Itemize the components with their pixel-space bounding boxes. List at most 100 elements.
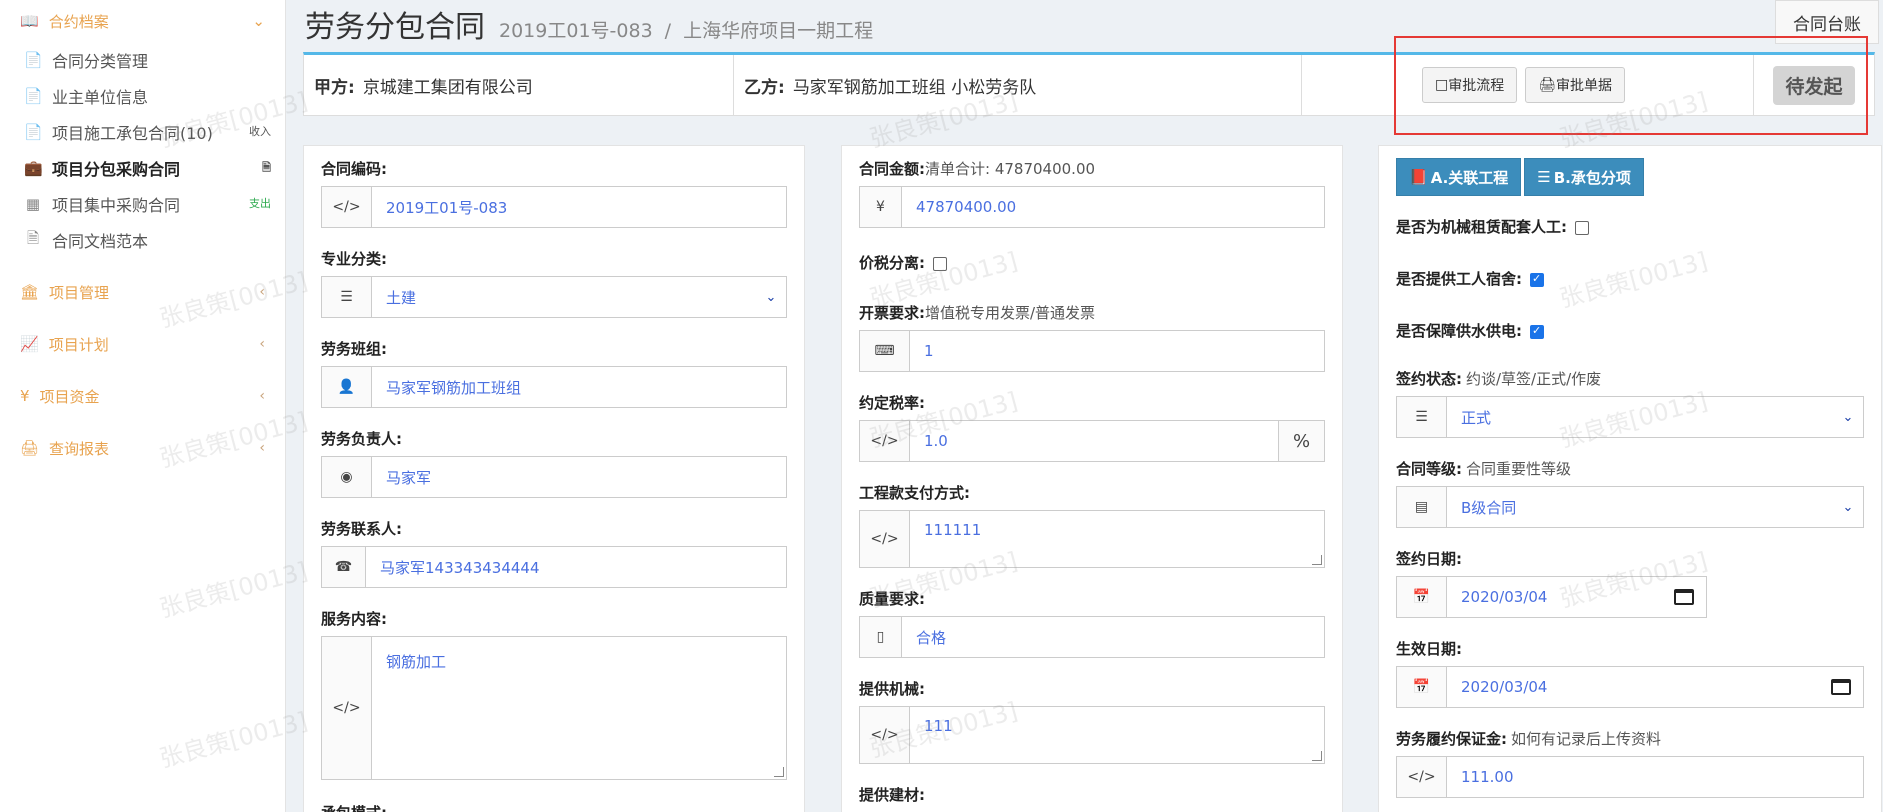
leader-label: 劳务负责人: xyxy=(321,430,402,448)
sign-status-select[interactable]: ☰ 正式 ⌄ xyxy=(1396,396,1864,438)
machine-labor-checkbox[interactable] xyxy=(1575,220,1589,235)
category-label: 专业分类: xyxy=(321,250,387,268)
resize-handle[interactable] xyxy=(1312,555,1322,565)
document-icon: 📄 xyxy=(24,51,43,69)
chevron-down-icon: ⌄ xyxy=(765,289,777,305)
effective-date-field[interactable]: 📅 2020/03/04 xyxy=(1396,666,1864,708)
sidebar-item-contract-category[interactable]: 📄 合同分类管理 xyxy=(0,42,285,78)
sub-items-button[interactable]: ☰ B.承包分项 xyxy=(1524,158,1644,196)
contract-code-field[interactable]: </> 2019工01号-083 xyxy=(321,186,787,228)
payment-textarea[interactable]: </> 111111 xyxy=(859,510,1325,568)
deposit-field[interactable]: </> 111.00 xyxy=(1396,756,1864,798)
sign-status-label: 签约状态: xyxy=(1396,370,1462,388)
sidebar-item-subcontract[interactable]: 💼 项目分包采购合同 🗎 xyxy=(0,150,285,186)
yen-icon: ¥ xyxy=(860,187,902,227)
sidebar-header-label: 合约档案 xyxy=(48,12,109,31)
calendar-check-icon: 📅 xyxy=(1397,577,1447,617)
dorm-checkbox[interactable] xyxy=(1530,272,1544,287)
sidebar-item-construction-contract[interactable]: 📄 项目施工承包合同(10) 收入 xyxy=(0,114,285,150)
sidebar-group-funds[interactable]: ¥ 项目资金 ‹ xyxy=(0,370,285,422)
machinery-textarea[interactable]: </> 111 xyxy=(859,706,1325,764)
sidebar-item-label: 业主单位信息 xyxy=(52,88,149,107)
party-a: 甲方: 京城建工集团有限公司 xyxy=(304,55,734,115)
deposit-hint: 如何有记录后上传资料 xyxy=(1511,730,1662,748)
party-b-label: 乙方: xyxy=(744,77,785,98)
quality-field[interactable]: ▯ 合格 xyxy=(859,616,1325,658)
sidebar-group-plan[interactable]: 📈 项目计划 ‹ xyxy=(0,318,285,370)
material-label: 提供建材: xyxy=(859,786,925,804)
leader-group: 劳务负责人: ◉ 马家军 xyxy=(321,428,787,498)
payment-value: 111111 xyxy=(924,521,982,539)
percent-addon: % xyxy=(1278,421,1324,461)
sidebar-group-label: 查询报表 xyxy=(49,439,110,458)
grade-value: B级合同 xyxy=(1461,498,1517,517)
sign-date-label: 签约日期: xyxy=(1396,550,1462,568)
contract-code-value: 2019工01号-083 xyxy=(386,198,508,217)
sidebar-item-doc-template[interactable]: 🗎 合同文档范本 xyxy=(0,222,285,258)
effective-date-group: 生效日期: 📅 2020/03/04 xyxy=(1396,638,1864,708)
action-buttons: 📕 A.关联工程 ☰ B.承包分项 xyxy=(1396,158,1864,196)
calendar-check-icon: 📅 xyxy=(1397,667,1447,707)
document-small-icon: 🗎 xyxy=(262,161,271,174)
category-select[interactable]: ☰ 土建 ⌄ xyxy=(321,276,787,318)
machine-labor-group: 是否为机械租赁配套人工: xyxy=(1396,216,1864,238)
sidebar-item-label: 合同文档范本 xyxy=(52,232,149,251)
link-project-label: A.关联工程 xyxy=(1430,168,1509,187)
service-textarea[interactable]: </> 钢筋加工 xyxy=(321,636,787,780)
tax-rate-field[interactable]: </> 1.0 % xyxy=(859,420,1325,462)
amount-field[interactable]: ¥ 47870400.00 xyxy=(859,186,1325,228)
party-a-value: 京城建工集团有限公司 xyxy=(362,77,533,98)
form-column-basic: 合同编码: </> 2019工01号-083 专业分类: ☰ 土建 ⌄ 劳务班组… xyxy=(303,145,805,812)
sidebar-group-reports[interactable]: 🖨 查询报表 ‹ xyxy=(0,422,285,474)
tax-sep-checkbox[interactable] xyxy=(933,256,947,271)
sidebar-item-owner-info[interactable]: 📄 业主单位信息 xyxy=(0,78,285,114)
category-group: 专业分类: ☰ 土建 ⌄ xyxy=(321,248,787,318)
calendar-icon[interactable] xyxy=(1662,577,1706,617)
service-group: 服务内容: </> 钢筋加工 xyxy=(321,608,787,780)
machine-labor-label: 是否为机械租赁配套人工: xyxy=(1396,218,1567,236)
deposit-group: 劳务履约保证金: 如何有记录后上传资料 </> 111.00 xyxy=(1396,728,1864,798)
invoice-field[interactable]: ⌨ 1 xyxy=(859,330,1325,372)
sidebar-item-label: 合同分类管理 xyxy=(52,52,149,71)
sign-date-group: 签约日期: 📅 2020/03/04 xyxy=(1396,548,1707,618)
contact-field[interactable]: ☎ 马家军143343434444 xyxy=(321,546,787,588)
briefcase-icon: 💼 xyxy=(24,159,43,177)
resize-handle[interactable] xyxy=(774,767,784,777)
code-icon: </> xyxy=(1397,757,1447,797)
team-field[interactable]: 👤 马家军钢筋加工班组 xyxy=(321,366,787,408)
resize-handle[interactable] xyxy=(1312,751,1322,761)
list-icon: ☰ xyxy=(1537,168,1551,186)
sidebar-item-label: 项目分包采购合同 xyxy=(52,160,181,179)
machinery-label: 提供机械: xyxy=(859,680,925,698)
sign-status-hint: 约谈/草签/正式/作废 xyxy=(1466,370,1602,388)
form-column-terms: 📕 A.关联工程 ☰ B.承包分项 是否为机械租赁配套人工: 是否提供工人宿舍:… xyxy=(1378,145,1882,812)
sidebar: 📖 合约档案 ⌄ 📄 合同分类管理 📄 业主单位信息 📄 项目施工承包合同(10… xyxy=(0,0,286,812)
contract-code-group: 合同编码: </> 2019工01号-083 xyxy=(321,158,787,228)
sidebar-item-central-purchase[interactable]: ▦ 项目集中采购合同 支出 xyxy=(0,186,285,222)
utility-group: 是否保障供水供电: xyxy=(1396,320,1864,342)
sidebar-group-project[interactable]: 🏛 项目管理 ‹ xyxy=(0,266,285,318)
area-chart-icon: 📈 xyxy=(20,335,39,353)
calendar-icon[interactable] xyxy=(1819,667,1863,707)
quality-label: 质量要求: xyxy=(859,590,925,608)
chevron-left-icon: ‹ xyxy=(259,388,265,404)
sign-status-value: 正式 xyxy=(1461,408,1492,427)
contact-label: 劳务联系人: xyxy=(321,520,402,538)
grade-group: 合同等级: 合同重要性等级 ▤ B级合同 ⌄ xyxy=(1396,458,1864,528)
invoice-value: 1 xyxy=(924,342,934,360)
payment-group: 工程款支付方式: </> 111111 xyxy=(859,482,1325,568)
utility-checkbox[interactable] xyxy=(1530,324,1544,339)
sidebar-item-label: 项目施工承包合同(10) xyxy=(52,124,213,143)
sidebar-group-label: 项目管理 xyxy=(49,283,110,302)
grade-select[interactable]: ▤ B级合同 ⌄ xyxy=(1396,486,1864,528)
mobile-icon: ▯ xyxy=(860,617,902,657)
machinery-value: 111 xyxy=(924,717,953,735)
sign-date-field[interactable]: 📅 2020/03/04 xyxy=(1396,576,1707,618)
income-badge: 收入 xyxy=(249,125,271,138)
deposit-label: 劳务履约保证金: xyxy=(1396,730,1507,748)
leader-value: 马家军 xyxy=(386,468,432,487)
phone-icon: ☎ xyxy=(322,547,366,587)
link-project-button[interactable]: 📕 A.关联工程 xyxy=(1396,158,1522,196)
leader-field[interactable]: ◉ 马家军 xyxy=(321,456,787,498)
sidebar-header-contracts[interactable]: 📖 合约档案 ⌄ xyxy=(0,0,285,42)
